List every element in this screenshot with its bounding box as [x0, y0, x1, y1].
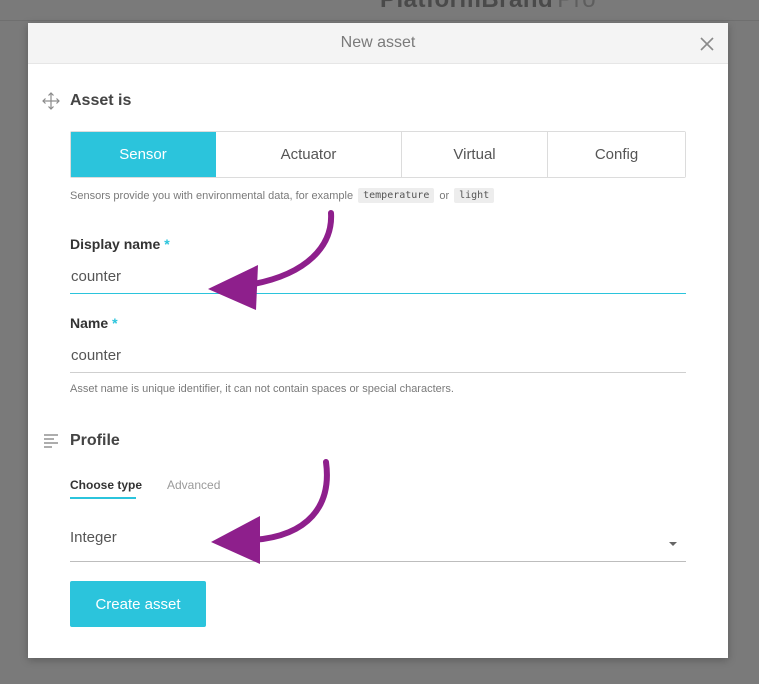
display-name-underline — [70, 293, 686, 294]
curved-arrow-icon — [211, 459, 330, 564]
asset-type-tabs: Sensor Actuator Virtual Config — [70, 131, 686, 178]
dialog-header: New asset — [28, 23, 728, 64]
close-icon[interactable] — [696, 33, 718, 55]
tab-sensor[interactable]: Sensor — [71, 132, 216, 177]
backdrop-title-suffix: Pro — [557, 0, 596, 13]
tab-virtual[interactable]: Virtual — [402, 132, 548, 177]
profile-heading: Profile — [70, 432, 120, 449]
name-label-text: Name — [70, 315, 109, 331]
caret-down-icon[interactable] — [668, 541, 678, 547]
code-temperature: temperature — [358, 188, 435, 203]
dialog-title: New asset — [340, 34, 416, 51]
backdrop-title-text: PlatformBrand — [380, 0, 553, 13]
helper-text: Sensors provide you with environmental d… — [70, 189, 354, 202]
backdrop-app-title: PlatformBrand Pro — [380, 0, 596, 14]
tab-sensor-label: Sensor — [119, 146, 167, 163]
display-name-label: Display name * — [70, 236, 170, 252]
align-left-icon — [44, 434, 58, 448]
tab-actuator[interactable]: Actuator — [216, 132, 402, 177]
move-icon — [42, 92, 60, 110]
tab-virtual-label: Virtual — [453, 146, 496, 163]
display-name-input[interactable] — [70, 261, 686, 291]
tab-actuator-label: Actuator — [280, 146, 337, 163]
asset-is-heading: Asset is — [70, 92, 132, 109]
backdrop-divider — [0, 20, 759, 21]
code-light: light — [454, 188, 495, 203]
required-mark: * — [164, 236, 170, 252]
asset-type-helper: Sensors provide you with environmental d… — [70, 188, 499, 203]
display-name-label-text: Display name — [70, 236, 161, 252]
required-mark: * — [112, 315, 118, 331]
name-input[interactable] — [70, 340, 686, 370]
name-helper: Asset name is unique identifier, it can … — [70, 383, 454, 395]
type-select[interactable]: Integer — [70, 529, 117, 546]
tab-config-label: Config — [594, 146, 639, 163]
new-asset-dialog: New asset Asset is Sensor Actuator Virtu… — [28, 23, 728, 658]
name-underline — [70, 372, 686, 373]
create-asset-button[interactable]: Create asset — [70, 581, 206, 627]
curved-arrow-icon — [208, 210, 335, 310]
type-select-underline — [70, 561, 686, 562]
tab-choose-type[interactable]: Choose type — [70, 478, 142, 492]
tab-config[interactable]: Config — [548, 132, 685, 177]
helper-or: or — [439, 189, 450, 202]
name-label: Name * — [70, 315, 118, 331]
active-tab-indicator — [70, 497, 136, 499]
